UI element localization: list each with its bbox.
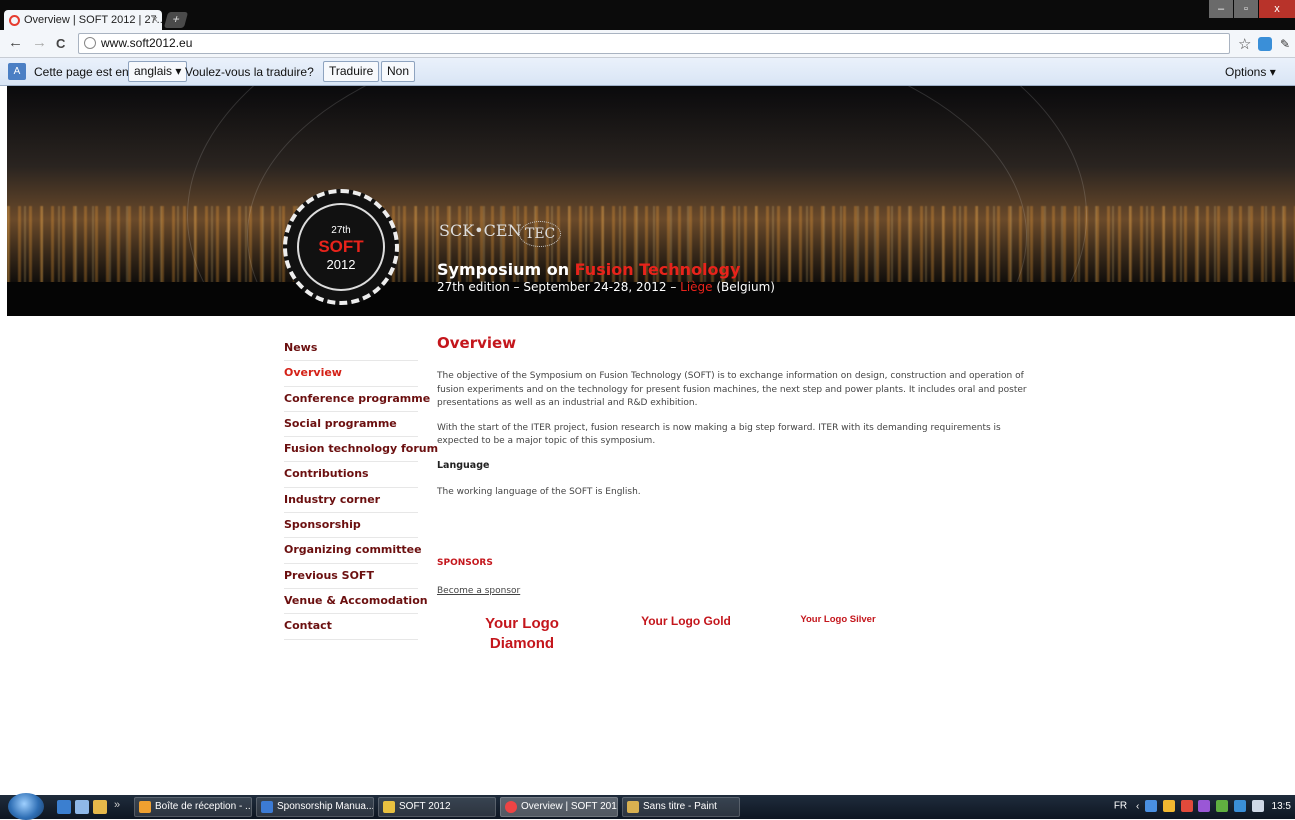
sponsor-logo-diamond[interactable]: Your Logo Diamond [470, 614, 574, 654]
logo-edition: 27th [331, 225, 351, 236]
become-sponsor-link[interactable]: Become a sponsor [437, 586, 520, 596]
tab-strip: Overview | SOFT 2012 | 27... × + – ▫ x [0, 0, 1295, 30]
sidebar-item-sponsorship[interactable]: Sponsorship [284, 513, 418, 539]
taskbar-item-paint[interactable]: Sans titre - Paint [622, 797, 740, 817]
sidebar-item-venue-accomodation[interactable]: Venue & Accomodation [284, 589, 428, 615]
tray-app-icon[interactable] [1180, 800, 1193, 812]
translate-button[interactable]: Traduire [323, 61, 380, 82]
taskbar: » Boîte de réception - ... Sponsorship M… [0, 793, 1295, 820]
clock[interactable]: 13:5 [1272, 801, 1291, 812]
translate-question: Voulez-vous la traduire? [185, 65, 314, 79]
bookmark-star-icon[interactable]: ☆ [1238, 35, 1251, 53]
tray-app-icon[interactable] [1198, 800, 1211, 812]
sidebar-item-social-programme[interactable]: Social programme [284, 412, 418, 438]
sidebar-item-industry-corner[interactable]: Industry corner [284, 488, 418, 514]
language-select[interactable]: anglais ▾ [128, 61, 188, 82]
taskbar-item-folder[interactable]: SOFT 2012 [378, 797, 496, 817]
sponsors-heading: SPONSORS [437, 558, 493, 568]
logo-name: SOFT [318, 237, 364, 256]
taskbar-item-browser[interactable]: Overview | SOFT 201... [500, 797, 618, 817]
language-indicator[interactable]: FR [1114, 801, 1127, 812]
window-controls: – ▫ x [1208, 0, 1295, 20]
volume-icon[interactable] [1251, 800, 1264, 812]
header-banner: 27th SOFT 2012 SCK•CEN TEC Symposium on … [7, 86, 1295, 316]
tray-app-icon[interactable] [1162, 800, 1175, 812]
tec-logo: TEC [519, 221, 562, 247]
sidebar-item-conference-programme[interactable]: Conference programme [284, 387, 430, 412]
new-tab-button[interactable]: + [163, 12, 189, 28]
main-content: Overview The objective of the Symposium … [437, 334, 1037, 499]
translate-bar: A Cette page est en anglais ▾ Voulez-vou… [0, 58, 1295, 86]
sidebar-item-contact[interactable]: Contact [284, 614, 418, 640]
close-window-icon[interactable]: x [1259, 0, 1295, 18]
sidebar-item-previous-soft[interactable]: Previous SOFT [284, 564, 418, 589]
sckcen-logo: SCK•CEN [439, 221, 522, 240]
wrench-icon[interactable]: ✎ [1280, 37, 1292, 51]
opera-favicon-icon [9, 15, 20, 26]
sponsor-logo-gold[interactable]: Your Logo Gold [640, 613, 732, 630]
system-tray: FR ‹ 13:5 [1114, 800, 1291, 812]
translate-icon: A [8, 63, 26, 80]
options-menu[interactable]: Options ▾ [1225, 65, 1276, 79]
maximize-icon[interactable]: ▫ [1234, 0, 1258, 18]
taskbar-item-sponsorship[interactable]: Sponsorship Manua... [256, 797, 374, 817]
quicklaunch-icon[interactable] [93, 800, 107, 814]
banner-title: Symposium on Fusion Technology [437, 260, 741, 279]
globe-icon [84, 37, 96, 49]
start-button[interactable] [8, 793, 44, 820]
sidebar-item-organizing-committee[interactable]: Organizing committee [284, 538, 422, 564]
banner-subtitle: 27th edition – September 24-28, 2012 – L… [437, 280, 775, 294]
reload-icon[interactable]: C [56, 36, 65, 51]
extension-icon[interactable] [1258, 37, 1272, 51]
back-icon[interactable]: ← [8, 34, 23, 51]
taskbar-item-mail[interactable]: Boîte de réception - ... [134, 797, 252, 817]
soft-logo: 27th SOFT 2012 [283, 189, 399, 305]
tray-app-icon[interactable] [1216, 800, 1229, 812]
logo-year: 2012 [326, 257, 356, 272]
sidebar-item-fusion-technology-forum[interactable]: Fusion technology forum [284, 437, 438, 463]
forward-icon[interactable]: → [32, 34, 47, 51]
tray-app-icon[interactable] [1145, 800, 1158, 812]
explorer-icon[interactable] [75, 800, 89, 814]
show-desktop-icon[interactable] [57, 800, 71, 814]
page-title: Overview [437, 334, 517, 352]
sidebar-item-overview[interactable]: Overview [284, 361, 418, 387]
no-translate-button[interactable]: Non [381, 61, 416, 82]
sponsor-logo-silver[interactable]: Your Logo Silver [800, 614, 876, 626]
minimize-icon[interactable]: – [1209, 0, 1233, 18]
address-bar[interactable]: www.soft2012.eu [78, 33, 1230, 54]
tab-close-icon[interactable]: × [152, 10, 158, 30]
overview-paragraph-1: The objective of the Symposium on Fusion… [437, 371, 1027, 408]
language-heading: Language [437, 459, 490, 471]
overview-paragraph-2: With the start of the ITER project, fusi… [437, 422, 1001, 447]
tab-title: Overview | SOFT 2012 | 27... [24, 14, 162, 26]
network-icon[interactable] [1233, 800, 1246, 812]
translate-prefix: Cette page est en [34, 65, 129, 79]
chevron-left-icon[interactable]: ‹ [1136, 801, 1139, 812]
url-text: www.soft2012.eu [101, 36, 193, 50]
chevron-right-icon[interactable]: » [114, 799, 120, 811]
sidebar-item-news[interactable]: News [284, 336, 418, 362]
sidebar-item-contributions[interactable]: Contributions [284, 462, 418, 488]
language-text: The working language of the SOFT is Engl… [437, 486, 641, 497]
browser-toolbar: ← → C www.soft2012.eu ☆ ✎ [0, 30, 1295, 58]
browser-tab[interactable]: Overview | SOFT 2012 | 27... × [4, 10, 162, 30]
sidebar-nav: News Overview Conference programme Socia… [284, 336, 438, 640]
